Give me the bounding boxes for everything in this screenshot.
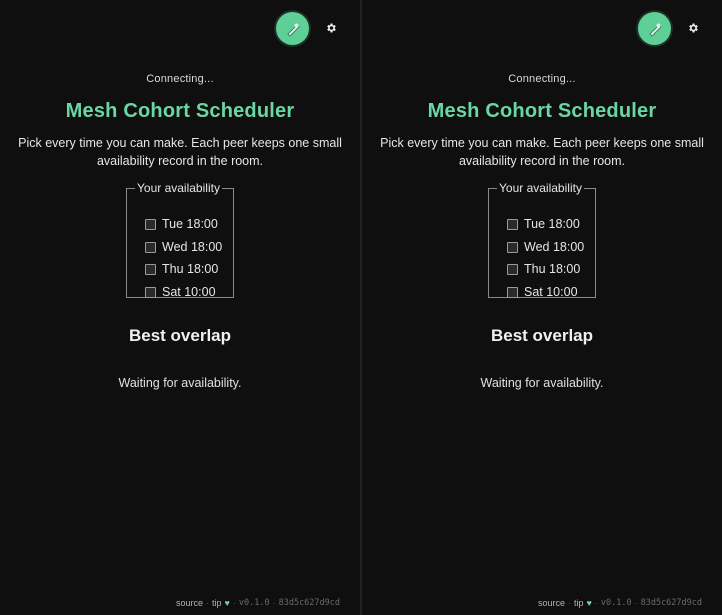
avatar-icon xyxy=(648,23,662,37)
slot-checkbox-sat[interactable]: Sat 10:00 xyxy=(145,285,216,299)
footer: source · tip ♥ · v0.1.0 · 83d5c627d9cd xyxy=(176,598,340,608)
best-overlap-heading: Best overlap xyxy=(490,326,594,345)
availability-fieldset: Your availability Tue 18:00 Wed 18:00 Th… xyxy=(488,181,596,299)
availability-legend: Your availability xyxy=(137,181,220,195)
heart-icon: ♥ xyxy=(224,598,230,608)
slot-checkbox-sat[interactable]: Sat 10:00 xyxy=(507,285,578,299)
checkbox[interactable] xyxy=(145,263,156,275)
slot-checkbox-wed[interactable]: Wed 18:00 xyxy=(145,240,222,254)
slot-label: Tue 18:00 xyxy=(162,217,218,231)
commit-hash: 83d5c627d9cd xyxy=(640,598,703,608)
checkbox[interactable] xyxy=(145,241,156,253)
slot-label: Wed 18:00 xyxy=(162,240,223,254)
settings-button[interactable] xyxy=(322,19,340,37)
checkbox[interactable] xyxy=(507,241,518,253)
version-label: v0.1.0 xyxy=(238,598,270,608)
best-overlap-heading: Best overlap xyxy=(128,326,232,345)
checkbox[interactable] xyxy=(507,263,518,275)
separator: · xyxy=(634,598,638,608)
footer: source · tip ♥ · v0.1.0 · 83d5c627d9cd xyxy=(538,598,702,608)
checkbox[interactable] xyxy=(145,286,156,298)
app-window: Connecting... Mesh Cohort Scheduler Pick… xyxy=(0,0,722,615)
avatar[interactable] xyxy=(276,12,309,45)
slot-checkbox-wed[interactable]: Wed 18:00 xyxy=(507,240,584,254)
separator: · xyxy=(594,598,598,608)
connection-status: Connecting... xyxy=(146,73,214,85)
checkbox[interactable] xyxy=(507,218,518,230)
checkbox[interactable] xyxy=(145,218,156,230)
slot-label: Tue 18:00 xyxy=(524,217,580,231)
avatar-icon xyxy=(286,23,300,37)
slot-label: Sat 10:00 xyxy=(524,285,578,299)
separator: · xyxy=(568,598,572,608)
slot-checkbox-thu[interactable]: Thu 18:00 xyxy=(145,262,218,276)
separator: · xyxy=(206,598,210,608)
slot-label: Thu 18:00 xyxy=(524,262,581,276)
overlap-status: Waiting for availability. xyxy=(480,376,604,390)
overlap-status: Waiting for availability. xyxy=(118,376,242,390)
slot-label: Thu 18:00 xyxy=(162,262,219,276)
gear-icon xyxy=(327,23,336,33)
slot-label: Wed 18:00 xyxy=(524,240,585,254)
separator: · xyxy=(232,598,236,608)
connection-status: Connecting... xyxy=(508,73,576,85)
slot-checkbox-thu[interactable]: Thu 18:00 xyxy=(507,262,580,276)
commit-hash: 83d5c627d9cd xyxy=(278,598,341,608)
slot-checkbox-tue[interactable]: Tue 18:00 xyxy=(507,217,580,231)
slot-checkbox-tue[interactable]: Tue 18:00 xyxy=(145,217,218,231)
peer-pane-left: Connecting... Mesh Cohort Scheduler Pick… xyxy=(0,0,360,615)
tip-link[interactable]: tip xyxy=(574,598,584,608)
intro-text: Pick every time you can make. Each peer … xyxy=(18,136,342,168)
checkbox[interactable] xyxy=(507,286,518,298)
avatar[interactable] xyxy=(638,12,671,45)
intro-text: Pick every time you can make. Each peer … xyxy=(380,136,704,168)
page-title: Mesh Cohort Scheduler xyxy=(427,100,657,122)
settings-button[interactable] xyxy=(684,19,702,37)
availability-fieldset: Your availability Tue 18:00 Wed 18:00 Th… xyxy=(126,181,234,299)
separator: · xyxy=(272,598,276,608)
source-link[interactable]: source xyxy=(176,598,203,608)
source-link[interactable]: source xyxy=(538,598,565,608)
heart-icon: ♥ xyxy=(586,598,592,608)
slot-label: Sat 10:00 xyxy=(162,285,216,299)
version-label: v0.1.0 xyxy=(600,598,632,608)
peer-pane-right: Connecting... Mesh Cohort Scheduler Pick… xyxy=(362,0,722,615)
availability-legend: Your availability xyxy=(499,181,582,195)
page-title: Mesh Cohort Scheduler xyxy=(65,100,295,122)
gear-icon xyxy=(689,23,698,33)
tip-link[interactable]: tip xyxy=(212,598,222,608)
